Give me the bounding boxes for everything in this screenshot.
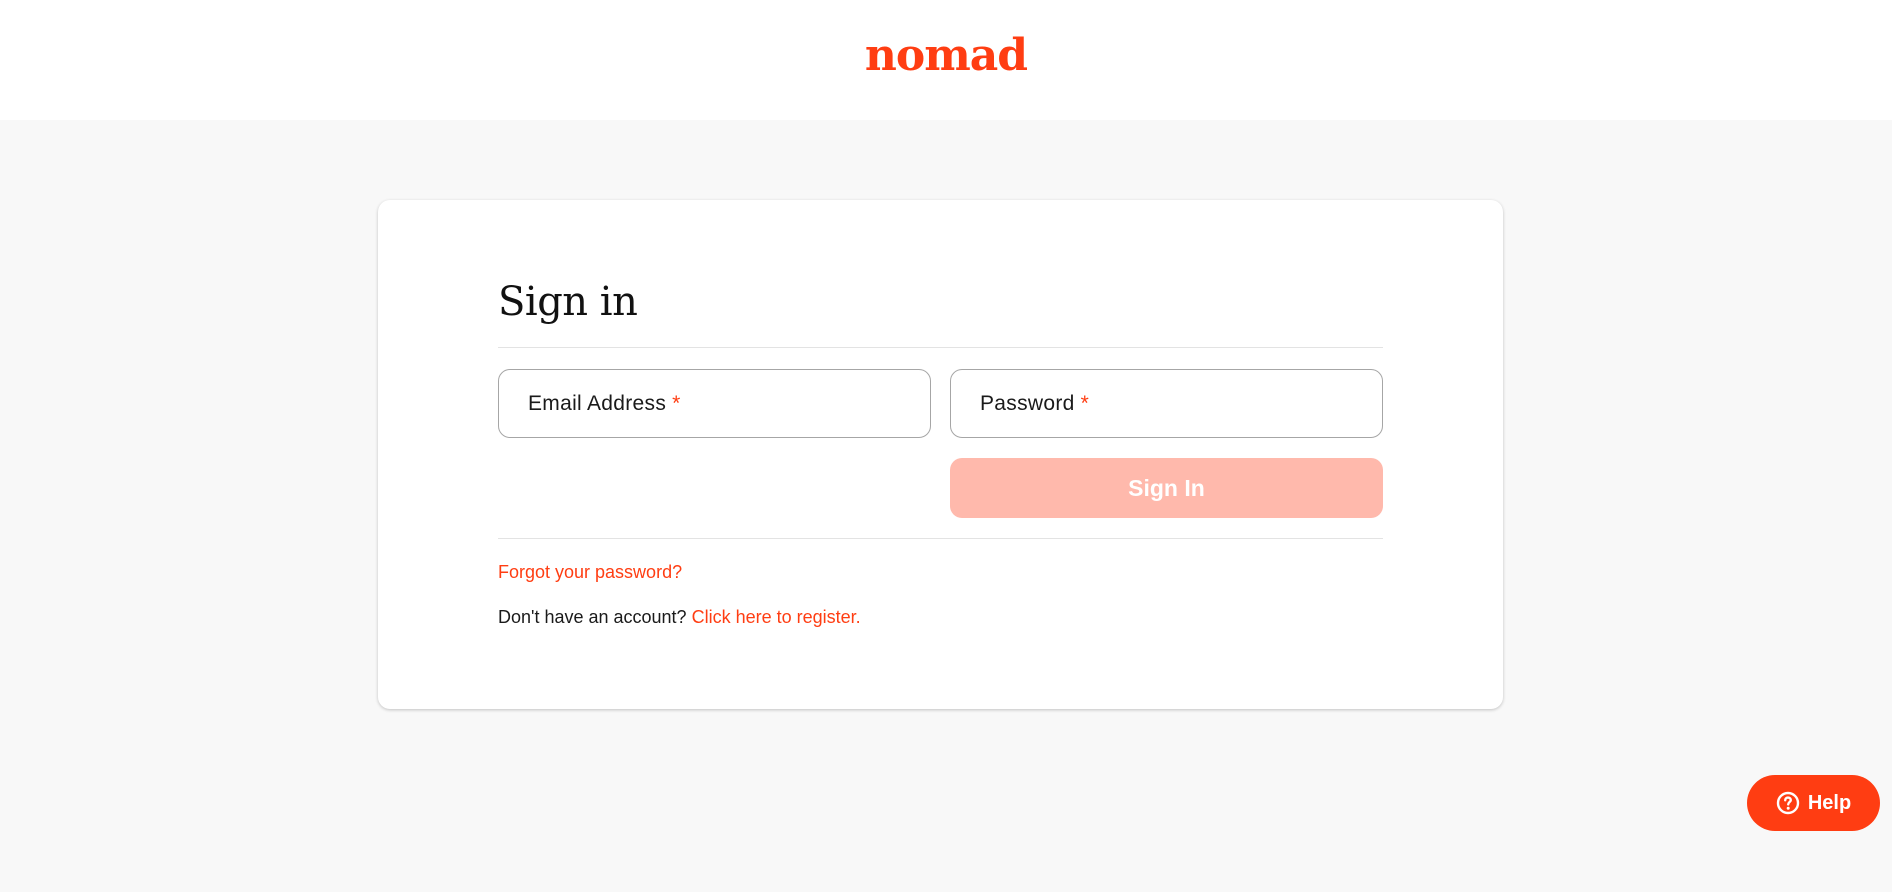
password-field[interactable]: Password *	[950, 369, 1383, 438]
email-field-label: Email Address	[528, 391, 667, 415]
required-marker: *	[672, 391, 681, 415]
password-field-label: Password	[980, 391, 1075, 415]
required-marker: *	[1080, 391, 1090, 415]
help-button[interactable]: Help	[1747, 775, 1880, 831]
sign-in-form: Sign in Email Address * Password * Sign …	[498, 200, 1383, 709]
sign-in-card: Sign in Email Address * Password * Sign …	[378, 200, 1503, 709]
forgot-password-link[interactable]: Forgot your password?	[498, 560, 682, 584]
page-title: Sign in	[498, 279, 638, 325]
divider	[498, 347, 1383, 348]
help-label: Help	[1807, 791, 1852, 814]
question-circle-icon	[1776, 791, 1800, 815]
divider	[498, 538, 1383, 539]
email-field[interactable]: Email Address *	[498, 369, 931, 438]
register-prompt: Don't have an account? Click here to regi…	[498, 605, 861, 629]
register-prompt-text: Don't have an account?	[498, 607, 687, 627]
sign-in-button[interactable]: Sign In	[950, 458, 1383, 518]
register-link[interactable]: Click here to register.	[692, 607, 861, 627]
brand-logo[interactable]: nomad	[0, 28, 1892, 84]
top-header: nomad	[0, 0, 1892, 120]
